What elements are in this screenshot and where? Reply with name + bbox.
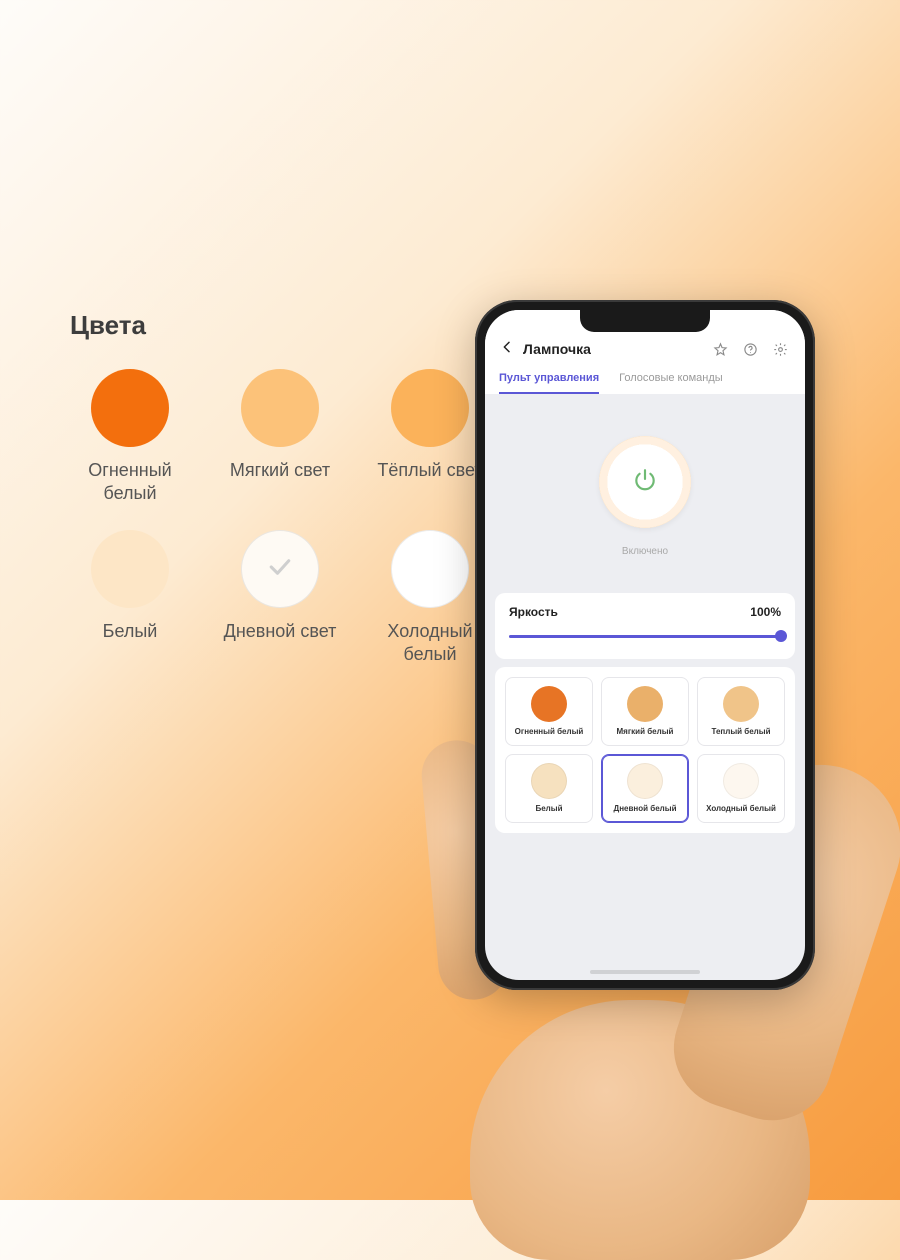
palette-label: Белый: [103, 620, 158, 643]
color-presets-grid: Огненный белый Мягкий белый Теплый белый…: [505, 677, 785, 823]
tabs: Пульт управления Голосовые команды: [499, 372, 791, 394]
brightness-card: Яркость 100%: [495, 593, 795, 659]
phone-notch: [580, 310, 710, 332]
color-label: Огненный белый: [515, 728, 584, 737]
palette-swatch: [241, 369, 319, 447]
power-icon: [632, 467, 658, 498]
hand-holding-phone: Лампочка Пульт управления Голосовые кома…: [380, 300, 900, 1200]
power-section: Включено: [485, 394, 805, 585]
color-swatch: [627, 686, 663, 722]
color-swatch: [723, 763, 759, 799]
palette-label: Мягкий свет: [230, 459, 330, 482]
power-button[interactable]: [599, 436, 691, 528]
color-option-cold-white[interactable]: Холодный белый: [697, 754, 785, 823]
color-option-daylight-white[interactable]: Дневной белый: [601, 754, 689, 823]
palette-item-daylight[interactable]: Дневной свет: [220, 530, 340, 665]
app-title: Лампочка: [523, 341, 701, 357]
color-label: Холодный белый: [706, 805, 776, 814]
color-option-warm-white[interactable]: Теплый белый: [697, 677, 785, 746]
color-label: Дневной белый: [614, 805, 677, 814]
phone-frame: Лампочка Пульт управления Голосовые кома…: [475, 300, 815, 990]
color-label: Белый: [535, 805, 562, 814]
color-option-fire-white[interactable]: Огненный белый: [505, 677, 593, 746]
tab-remote[interactable]: Пульт управления: [499, 372, 599, 394]
color-swatch: [531, 686, 567, 722]
brightness-value: 100%: [750, 605, 781, 619]
gear-icon[interactable]: [769, 342, 791, 357]
slider-fill: [509, 635, 781, 638]
palette-swatch: [91, 369, 169, 447]
palette-item-white[interactable]: Белый: [70, 530, 190, 665]
home-indicator[interactable]: [590, 970, 700, 974]
color-swatch: [723, 686, 759, 722]
palette-swatch: [91, 530, 169, 608]
back-icon[interactable]: [499, 339, 515, 360]
help-icon[interactable]: [739, 342, 761, 357]
color-presets-card: Огненный белый Мягкий белый Теплый белый…: [495, 667, 795, 833]
tab-voice[interactable]: Голосовые команды: [619, 372, 723, 394]
palette-item-soft-light[interactable]: Мягкий свет: [220, 369, 340, 504]
color-option-soft-white[interactable]: Мягкий белый: [601, 677, 689, 746]
color-label: Мягкий белый: [617, 728, 674, 737]
power-status-label: Включено: [622, 546, 668, 557]
palette-swatch: [241, 530, 319, 608]
brightness-label: Яркость: [509, 605, 558, 619]
star-icon[interactable]: [709, 342, 731, 357]
color-option-white[interactable]: Белый: [505, 754, 593, 823]
phone-screen: Лампочка Пульт управления Голосовые кома…: [485, 310, 805, 980]
palette-label: Дневной свет: [224, 620, 337, 643]
checkmark-icon: [265, 552, 295, 587]
brightness-slider[interactable]: [509, 629, 781, 643]
color-swatch: [627, 763, 663, 799]
color-label: Теплый белый: [711, 728, 770, 737]
palette-item-fire-white[interactable]: Огненный белый: [70, 369, 190, 504]
color-swatch: [531, 763, 567, 799]
slider-thumb[interactable]: [775, 630, 787, 642]
palette-label: Огненный белый: [88, 459, 171, 504]
